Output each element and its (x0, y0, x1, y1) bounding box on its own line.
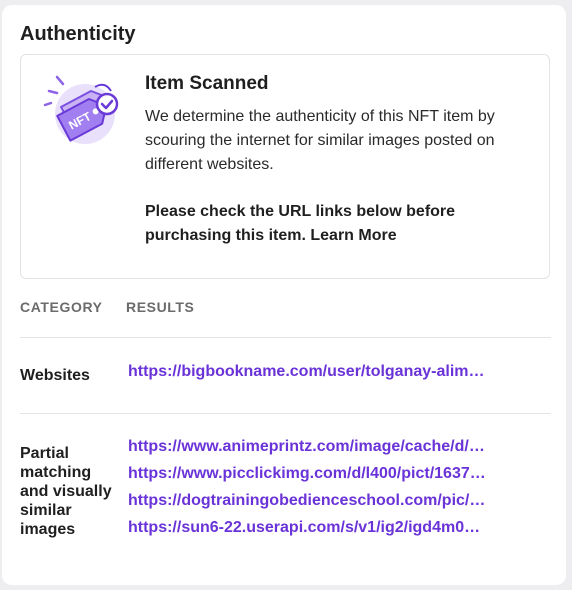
column-header-category: CATEGORY (20, 299, 103, 315)
scan-warning: Please check the URL links below before … (145, 200, 525, 248)
divider (20, 413, 551, 414)
scan-info-box: NFT Item Scanned We determine the authen… (20, 54, 550, 279)
learn-more-link[interactable]: Learn More (310, 227, 396, 244)
result-link[interactable]: https://dogtrainingobedienceschool.com/p… (128, 491, 488, 511)
result-link[interactable]: https://www.picclickimg.com/d/l400/pict/… (128, 464, 488, 484)
nft-tag-check-icon: NFT (35, 69, 125, 149)
result-link[interactable]: https://bigbookname.com/user/tolganay-al… (128, 362, 488, 382)
authenticity-card: Authenticity NFT Item Scanned We determi… (2, 5, 566, 585)
category-websites: Websites (20, 367, 90, 384)
category-similar-images: Partial matching and visually similar im… (20, 445, 112, 538)
result-link[interactable]: https://sun6-22.userapi.com/s/v1/ig2/igd… (128, 518, 488, 538)
scan-heading: Item Scanned (145, 73, 269, 94)
column-header-results: RESULTS (126, 299, 195, 315)
section-title: Authenticity (20, 23, 136, 45)
scan-description: We determine the authenticity of this NF… (145, 108, 495, 173)
warning-text: Please check the URL links below before … (145, 203, 456, 244)
divider (20, 337, 551, 338)
result-link[interactable]: https://www.animeprintz.com/image/cache/… (128, 437, 488, 457)
